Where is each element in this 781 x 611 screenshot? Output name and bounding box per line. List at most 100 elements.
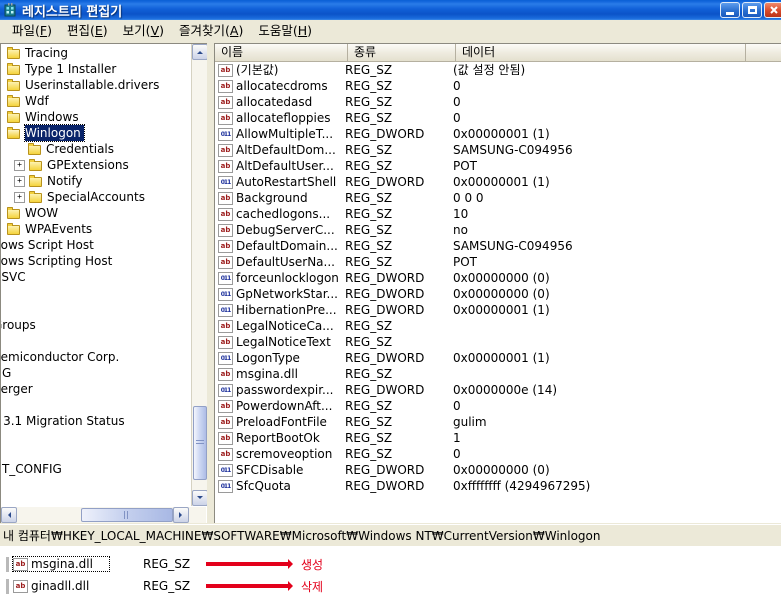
tree-node-blank-16[interactable]: [1, 301, 187, 317]
table-row[interactable]: ab msgina.dll REG_SZ: [215, 366, 781, 382]
tree-node-credentials[interactable]: Credentials: [1, 141, 187, 157]
value-type: REG_DWORD: [345, 287, 425, 301]
value-data: 0x00000001 (1): [453, 351, 550, 365]
binary-value-icon: 011110: [218, 479, 233, 493]
value-name: allocatecdroms: [236, 79, 328, 93]
table-row[interactable]: ab PreloadFontFile REG_SZ gulim: [215, 414, 781, 430]
table-row[interactable]: 011110HibernationPre...REG_DWORD0x000000…: [215, 302, 781, 318]
value-name: forceunlocklogon: [236, 271, 339, 285]
tree-node-wow[interactable]: WOW: [1, 205, 187, 221]
menu-item-3[interactable]: 보기(V): [116, 22, 172, 40]
menu-item-4[interactable]: 즐겨찾기(A): [172, 22, 251, 40]
tree-scroll-up-button[interactable]: [192, 44, 207, 60]
column-header-3[interactable]: 데이터: [456, 44, 746, 62]
folder-closed-icon: [6, 46, 22, 60]
tree-vertical-scroll-thumb[interactable]: [193, 406, 207, 480]
tree-node-s-3-1-migration-status[interactable]: s 3.1 Migration Status: [1, 413, 187, 429]
tree-node-berger[interactable]: berger: [1, 381, 187, 397]
tree-scroll-left-button[interactable]: [1, 507, 17, 523]
tree-horizontal-scroll-thumb[interactable]: [81, 508, 173, 522]
table-row[interactable]: ab Background REG_SZ 0 0 0: [215, 190, 781, 206]
column-header-4[interactable]: [746, 44, 781, 62]
column-header-2[interactable]: 종류: [348, 44, 456, 62]
value-name: DefaultUserNa...: [236, 255, 335, 269]
string-value-icon: ab: [218, 79, 233, 93]
tree-node-nt-config[interactable]: NT_CONFIG: [1, 461, 187, 477]
tree-scroll-down-button[interactable]: [192, 490, 207, 506]
registry-values-pane[interactable]: 이름 종류 데이터 ab (기본값) REG_SZ (값 설정 안됨) ab allocate…: [214, 43, 781, 523]
minimize-button[interactable]: [720, 2, 740, 18]
tree-node-dows-script-host[interactable]: dows Script Host: [1, 237, 187, 253]
table-row[interactable]: ab cachedlogons... REG_SZ 10: [215, 206, 781, 222]
registry-tree-pane[interactable]: Tracing Type 1 Installer Userinstallable.d…: [0, 43, 207, 523]
tree-node-userinstallable-drivers[interactable]: Userinstallable.drivers: [1, 77, 187, 93]
value-name: LogonType: [236, 351, 300, 365]
tree-node-type-1-installer[interactable]: Type 1 Installer: [1, 61, 187, 77]
folder-closed-icon: [6, 110, 22, 124]
tree-node-wpaevents[interactable]: WPAEvents: [1, 221, 187, 237]
table-row[interactable]: ab DefaultUserNa... REG_SZ POT: [215, 254, 781, 270]
tree-node-groups[interactable]: Groups: [1, 317, 187, 333]
value-data: 0: [453, 447, 461, 461]
table-row[interactable]: ab allocatecdroms REG_SZ 0: [215, 78, 781, 94]
expand-node-icon[interactable]: +: [14, 159, 25, 171]
table-row[interactable]: 011110GpNetworkStar...REG_DWORD0x0000000…: [215, 286, 781, 302]
menu-item-5[interactable]: 도움말(H): [251, 22, 320, 40]
maximize-button[interactable]: [742, 2, 762, 18]
table-row[interactable]: ab AltDefaultUser... REG_SZ POT: [215, 158, 781, 174]
tree-node-gpextensions[interactable]: + GPExtensions: [1, 157, 187, 173]
table-row[interactable]: 011110SFCDisableREG_DWORD0x00000000 (0): [215, 462, 781, 478]
tree-node-blank-18[interactable]: [1, 333, 187, 349]
tree-node-blank-24[interactable]: [1, 429, 187, 445]
tree-node-blank-22[interactable]: [1, 397, 187, 413]
folder-closed-icon: [6, 94, 22, 108]
table-row[interactable]: 011110passwordexpir...REG_DWORD0x0000000…: [215, 382, 781, 398]
list-body[interactable]: ab (기본값) REG_SZ (값 설정 안됨) ab allocatecdroms RE…: [215, 62, 781, 523]
table-row[interactable]: ab DebugServerC... REG_SZ no: [215, 222, 781, 238]
value-type: REG_SZ: [345, 399, 393, 413]
close-button[interactable]: [764, 2, 781, 18]
tree-node-csvc[interactable]: CSVC: [1, 269, 187, 285]
tree-node-wdf[interactable]: Wdf: [1, 93, 187, 109]
tree-node-dows-scripting-host[interactable]: dows Scripting Host: [1, 253, 187, 269]
table-row[interactable]: ab ReportBootOk REG_SZ 1: [215, 430, 781, 446]
expand-node-icon[interactable]: +: [14, 175, 25, 187]
table-row[interactable]: 011110AllowMultipleT...REG_DWORD0x000000…: [215, 126, 781, 142]
pane-splitter[interactable]: [207, 43, 214, 523]
table-row[interactable]: ab (기본값) REG_SZ (값 설정 안됨): [215, 62, 781, 78]
tree-node-semiconductor-corp-[interactable]: Semiconductor Corp.: [1, 349, 187, 365]
table-row[interactable]: 011110AutoRestartShellREG_DWORD0x0000000…: [215, 174, 781, 190]
table-row[interactable]: ab allocatefloppies REG_SZ 0: [215, 110, 781, 126]
table-row[interactable]: ab LegalNoticeText REG_SZ: [215, 334, 781, 350]
tree-node-specialaccounts[interactable]: + SpecialAccounts: [1, 189, 187, 205]
tree-node-winlogon[interactable]: Winlogon: [1, 124, 187, 142]
tree-node-ng[interactable]: NG: [1, 365, 187, 381]
column-header-1[interactable]: 이름: [215, 44, 348, 62]
value-name-cell: 011110LogonType: [215, 350, 345, 366]
expand-node-icon[interactable]: +: [14, 191, 25, 203]
table-row[interactable]: ab PowerdownAft... REG_SZ 0: [215, 398, 781, 414]
table-row[interactable]: ab allocatedasd REG_SZ 0: [215, 94, 781, 110]
menu-item-1[interactable]: 파일(F): [5, 22, 60, 40]
table-row[interactable]: 011110forceunlocklogonREG_DWORD0x0000000…: [215, 270, 781, 286]
folder-closed-icon: [6, 222, 22, 236]
tree-vertical-scrollbar[interactable]: [191, 44, 207, 506]
table-row[interactable]: ab DefaultDomain... REG_SZ SAMSUNG-C094956: [215, 238, 781, 254]
tree-node-label: Semiconductor Corp.: [1, 350, 120, 364]
tree-node-notify[interactable]: + Notify: [1, 173, 187, 189]
tree-node-tracing[interactable]: Tracing: [1, 45, 187, 61]
table-row[interactable]: ab AltDefaultDom... REG_SZ SAMSUNG-C094956: [215, 142, 781, 158]
tree-scroll-right-button[interactable]: [173, 507, 189, 523]
table-row[interactable]: ab LegalNoticeCa... REG_SZ: [215, 318, 781, 334]
table-row[interactable]: 011110SfcQuotaREG_DWORD0xffffffff (42949…: [215, 478, 781, 494]
tree-node-blank-25[interactable]: [1, 445, 187, 461]
registry-tree[interactable]: Tracing Type 1 Installer Userinstallable.d…: [1, 45, 187, 501]
menu-item-2[interactable]: 편집(E): [60, 22, 116, 40]
tree-node-blank-15[interactable]: [1, 285, 187, 301]
value-name-cell: 011110forceunlocklogon: [215, 270, 345, 286]
binary-value-icon: 011110: [218, 303, 233, 317]
tree-node-windows[interactable]: Windows: [1, 109, 187, 125]
tree-horizontal-scrollbar[interactable]: [1, 507, 206, 523]
table-row[interactable]: ab scremoveoption REG_SZ 0: [215, 446, 781, 462]
table-row[interactable]: 011110LogonTypeREG_DWORD0x00000001 (1): [215, 350, 781, 366]
